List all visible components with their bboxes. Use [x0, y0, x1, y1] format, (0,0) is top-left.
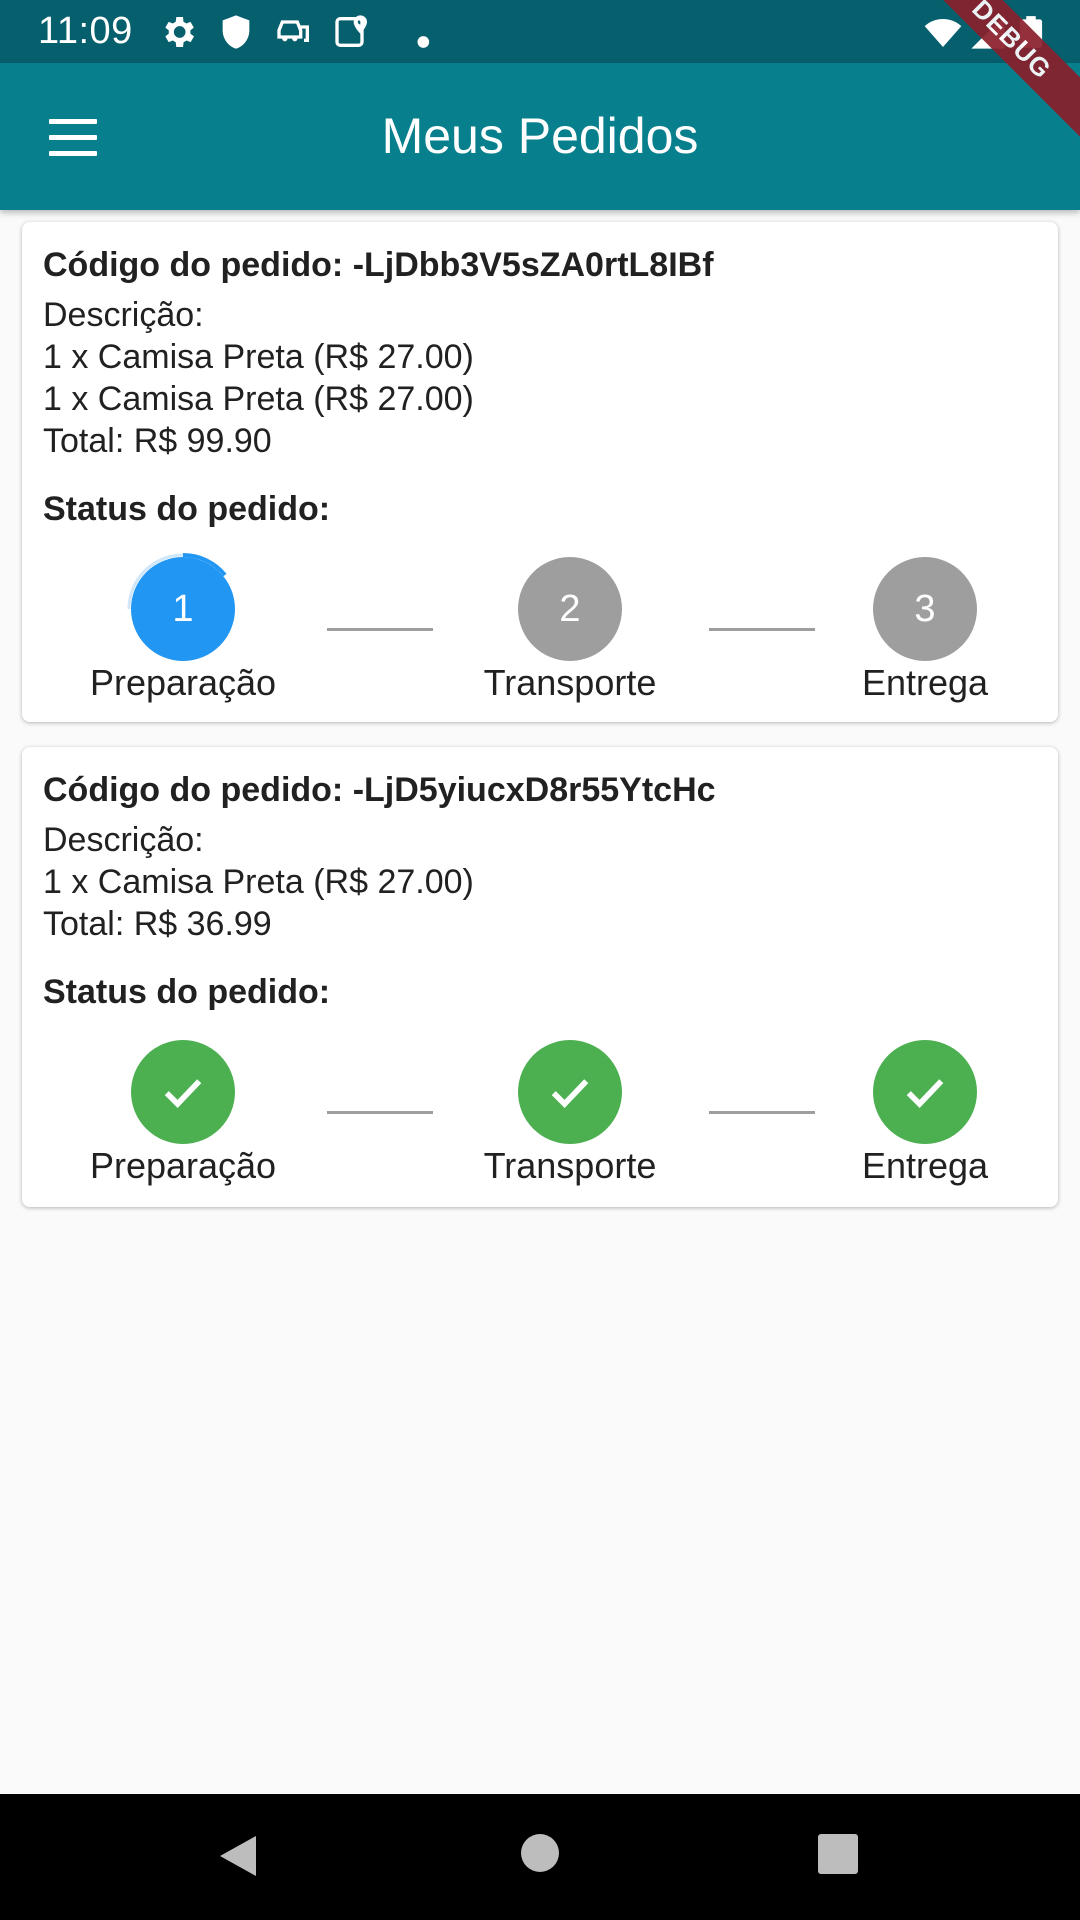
- order-item: 1 x Camisa Preta (R$ 27.00): [43, 338, 474, 376]
- step-number: 2: [559, 587, 581, 630]
- step-label: Entrega: [861, 662, 989, 703]
- description-label: Descrição:: [43, 821, 204, 859]
- step-connector: [327, 628, 433, 631]
- order-total: Total: R$ 36.99: [43, 905, 272, 943]
- order-code: Código do pedido: -LjD5yiucxD8r55YtcHc: [43, 771, 716, 809]
- step-label: Transporte: [483, 1145, 657, 1186]
- status-time: 11:09: [38, 10, 133, 52]
- order-code: Código do pedido: -LjDbb3V5sZA0rtL8IBf: [43, 246, 714, 284]
- recents-icon[interactable]: [818, 1834, 858, 1874]
- dot-icon: [417, 36, 430, 48]
- check-icon: [164, 1079, 202, 1108]
- step-label: Preparação: [89, 662, 277, 703]
- status-title: Status do pedido:: [43, 490, 331, 528]
- step-number: 3: [914, 587, 936, 630]
- settings-icon: [165, 17, 194, 47]
- step-connector: [709, 1111, 815, 1114]
- status-bar: 11:09: [0, 0, 1080, 63]
- shield-icon: [222, 15, 250, 49]
- status-title: Status do pedido:: [43, 973, 331, 1011]
- app-bar: Meus Pedidos: [0, 63, 1080, 210]
- description-label: Descrição:: [43, 296, 204, 334]
- step-connector: [709, 628, 815, 631]
- map-pin-icon: [335, 15, 367, 47]
- order-item: 1 x Camisa Preta (R$ 27.00): [43, 380, 474, 418]
- check-icon: [551, 1079, 589, 1108]
- order-total: Total: R$ 99.90: [43, 422, 272, 460]
- back-icon[interactable]: [218, 1834, 258, 1878]
- step-preparacao-circle[interactable]: [131, 1040, 235, 1144]
- wifi-icon: [924, 19, 962, 47]
- order-card: Código do pedido: -LjD5yiucxD8r55YtcHc D…: [22, 747, 1058, 1207]
- check-icon: [906, 1079, 944, 1108]
- navigation-bar: [0, 1794, 1080, 1920]
- step-transporte-circle[interactable]: 2: [518, 557, 622, 661]
- step-label: Preparação: [89, 1145, 277, 1186]
- car-icon: [277, 20, 309, 42]
- home-icon[interactable]: [521, 1834, 559, 1872]
- step-label: Entrega: [861, 1145, 989, 1186]
- page-title: Meus Pedidos: [381, 108, 699, 164]
- step-entrega-circle[interactable]: [873, 1040, 977, 1144]
- step-entrega-circle[interactable]: 3: [873, 557, 977, 661]
- order-card: Código do pedido: -LjDbb3V5sZA0rtL8IBf D…: [22, 222, 1058, 722]
- order-item: 1 x Camisa Preta (R$ 27.00): [43, 863, 474, 901]
- step-transporte-circle[interactable]: [518, 1040, 622, 1144]
- step-progress-ring: [127, 552, 227, 610]
- step-label: Transporte: [483, 662, 657, 703]
- step-connector: [327, 1111, 433, 1114]
